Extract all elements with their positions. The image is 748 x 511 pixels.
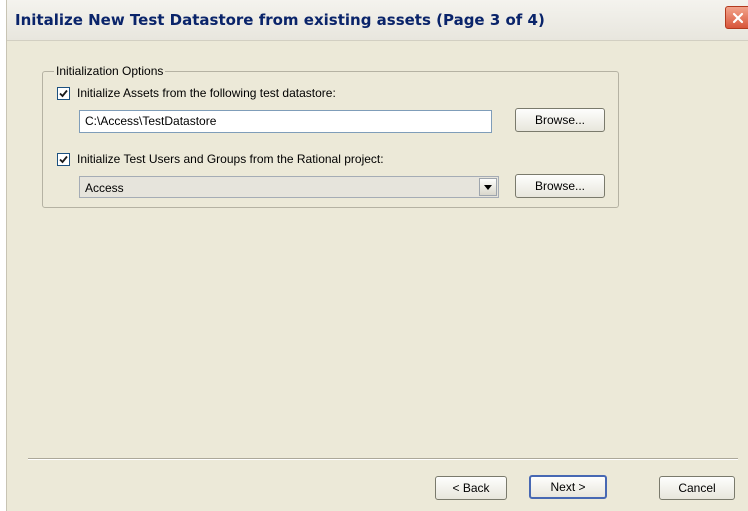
browse-datastore-button[interactable]: Browse... [515,108,605,132]
datastore-path-value: C:\Access\TestDatastore [85,114,217,128]
rational-project-value: Access [85,181,124,195]
wizard-dialog: Initalize New Test Datastore from existi… [6,0,748,511]
chevron-down-icon [484,184,492,190]
init-users-option[interactable]: Initialize Test Users and Groups from th… [57,152,384,166]
footer-separator [28,458,738,460]
rational-project-select[interactable]: Access [79,176,499,198]
browse-project-button[interactable]: Browse... [515,174,605,198]
next-button[interactable]: Next > [529,475,607,499]
cancel-button[interactable]: Cancel [659,476,735,500]
initialization-options-group: Initialization Options Initialize Assets… [42,64,619,208]
checkmark-icon [59,89,68,97]
back-button[interactable]: < Back [435,476,507,500]
title-bar[interactable]: Initalize New Test Datastore from existi… [7,0,748,41]
init-assets-option[interactable]: Initialize Assets from the following tes… [57,86,336,100]
dropdown-arrow-button[interactable] [479,178,497,196]
init-users-checkbox[interactable] [57,152,70,166]
group-legend: Initialization Options [54,64,166,78]
close-button[interactable] [725,6,748,29]
close-x-icon [732,12,744,23]
window-title: Initalize New Test Datastore from existi… [15,11,545,29]
datastore-path-input[interactable]: C:\Access\TestDatastore [79,110,492,133]
checkmark-icon [59,155,68,163]
init-assets-label: Initialize Assets from the following tes… [77,86,336,100]
init-users-label: Initialize Test Users and Groups from th… [77,152,384,166]
init-assets-checkbox[interactable] [57,86,70,100]
